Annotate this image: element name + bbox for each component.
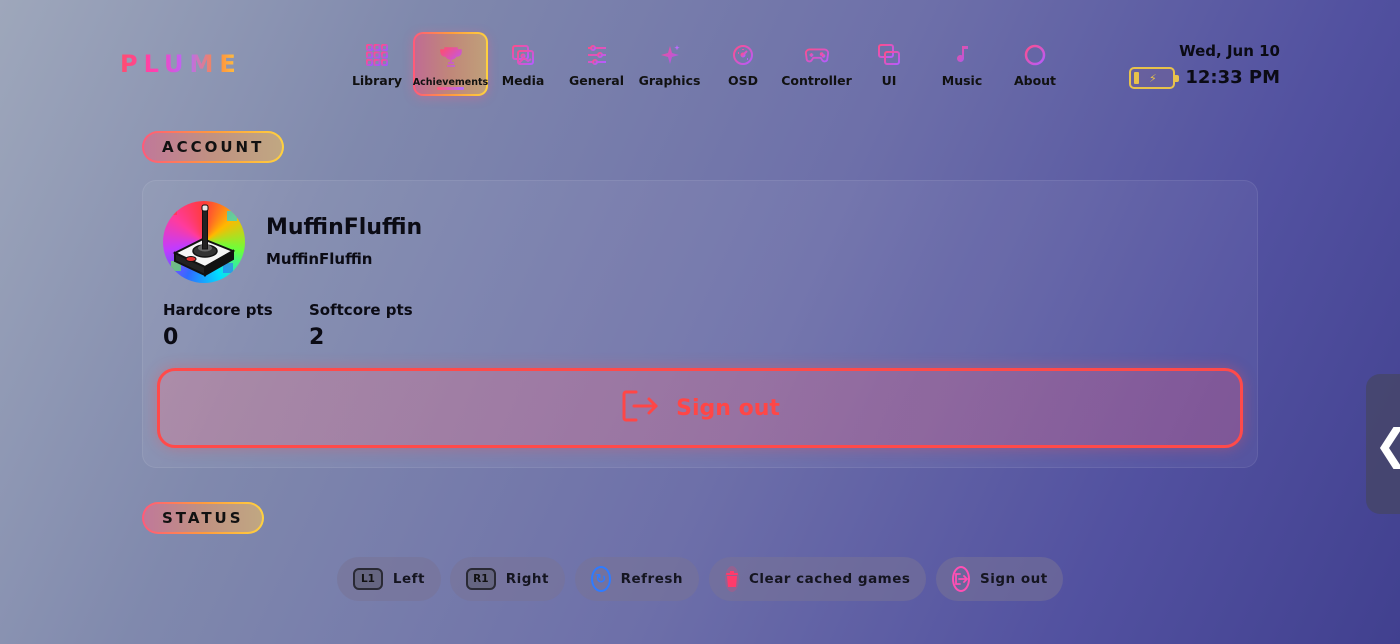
section-title-account: ACCOUNT bbox=[142, 131, 284, 163]
hint-label: Refresh bbox=[620, 571, 683, 587]
sign-out-label: Sign out bbox=[676, 395, 780, 421]
hint-label: Clear cached games bbox=[749, 571, 911, 587]
windows-icon bbox=[876, 42, 902, 68]
sparkle-icon bbox=[657, 42, 683, 68]
tab-about[interactable]: About bbox=[1000, 32, 1070, 96]
tab-general[interactable]: General bbox=[560, 32, 633, 96]
status-time: 12:33 PM bbox=[1185, 67, 1280, 88]
r1-key-icon: R1 bbox=[466, 568, 496, 590]
tab-media[interactable]: Media bbox=[488, 32, 558, 96]
battery-level bbox=[1134, 72, 1139, 84]
trophy-icon bbox=[438, 44, 464, 70]
tab-label: Graphics bbox=[638, 73, 701, 88]
hint-label: Left bbox=[392, 571, 425, 587]
softcore-value: 2 bbox=[309, 325, 325, 350]
hint-left[interactable]: L1 Left bbox=[337, 557, 441, 601]
section-title-status: STATUS bbox=[142, 502, 264, 534]
active-tab-indicator bbox=[437, 87, 464, 90]
tab-label: General bbox=[569, 73, 624, 88]
hint-clear-cache[interactable]: Clear cached games bbox=[709, 557, 926, 601]
username: MuffinFluffin bbox=[266, 250, 373, 268]
chevron-left-icon: ❮ bbox=[1374, 420, 1400, 469]
music-note-icon bbox=[949, 42, 975, 68]
app-logo: PLUME bbox=[120, 50, 242, 78]
hint-right[interactable]: R1 Right bbox=[450, 557, 565, 601]
hint-refresh[interactable]: ↻ Refresh bbox=[575, 557, 699, 601]
media-icon bbox=[510, 42, 536, 68]
grid-icon bbox=[364, 42, 390, 68]
trash-icon bbox=[725, 566, 739, 592]
side-panel-handle[interactable]: ❮ bbox=[1366, 374, 1400, 514]
refresh-icon: ↻ bbox=[591, 566, 611, 592]
tab-osd[interactable]: OSD bbox=[708, 32, 778, 96]
signout-icon bbox=[952, 566, 970, 592]
sign-out-icon bbox=[620, 388, 660, 428]
tab-achievements[interactable]: Achievements bbox=[413, 32, 488, 96]
hint-label: Right bbox=[505, 571, 549, 587]
battery-tip bbox=[1175, 75, 1179, 82]
tab-graphics[interactable]: Graphics bbox=[633, 32, 706, 96]
softcore-label: Softcore pts bbox=[309, 301, 413, 319]
avatar bbox=[163, 201, 245, 283]
hint-sign-out[interactable]: Sign out bbox=[936, 557, 1063, 601]
charging-bolt-icon: ⚡ bbox=[1149, 72, 1157, 85]
tab-label: OSD bbox=[727, 73, 758, 88]
joystick-icon bbox=[167, 204, 237, 277]
tab-music[interactable]: Music bbox=[927, 32, 997, 96]
tab-library[interactable]: Library bbox=[342, 32, 412, 96]
tab-controller[interactable]: Controller bbox=[780, 32, 853, 96]
display-name: MuffinFluffin bbox=[266, 215, 423, 240]
hardcore-value: 0 bbox=[163, 325, 179, 350]
hardcore-label: Hardcore pts bbox=[163, 301, 273, 319]
sliders-icon bbox=[584, 42, 610, 68]
button-hints-bar: L1 Left R1 Right ↻ Refresh Clear cached … bbox=[0, 557, 1400, 601]
tab-label: Controller bbox=[781, 73, 852, 88]
tab-ui[interactable]: UI bbox=[855, 32, 923, 96]
l1-key-icon: L1 bbox=[353, 568, 383, 590]
tab-label: Music bbox=[941, 73, 983, 88]
gauge-icon bbox=[730, 42, 756, 68]
hint-label: Sign out bbox=[980, 571, 1048, 587]
tab-label: Media bbox=[501, 73, 545, 88]
gamepad-icon bbox=[804, 42, 830, 68]
tab-label: UI bbox=[881, 73, 897, 88]
tab-label: About bbox=[1013, 73, 1057, 88]
battery-icon: ⚡ bbox=[1129, 67, 1179, 89]
tab-label: Library bbox=[351, 73, 403, 88]
status-date: Wed, Jun 10 bbox=[1179, 42, 1280, 60]
info-icon bbox=[1022, 42, 1048, 68]
sign-out-button[interactable]: Sign out bbox=[157, 368, 1243, 448]
